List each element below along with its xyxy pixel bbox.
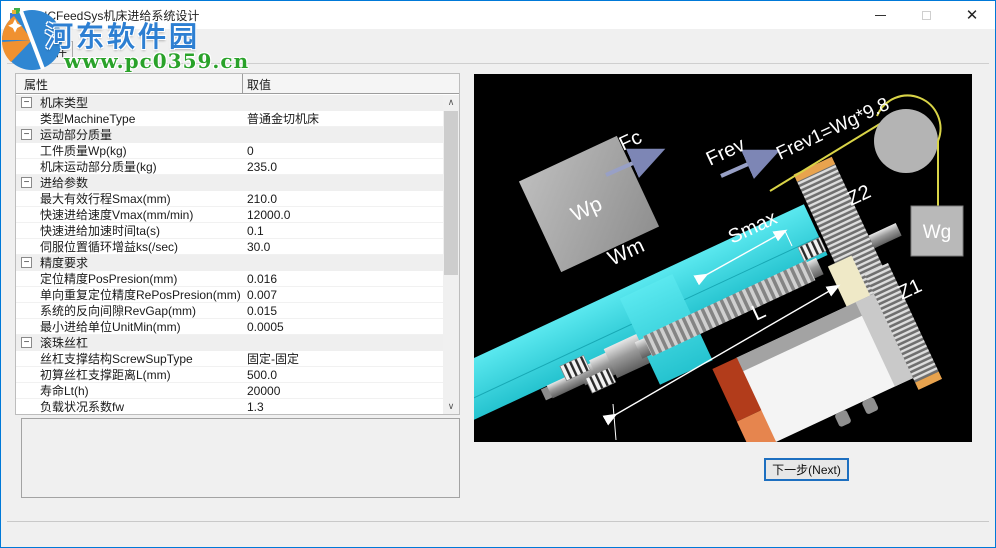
pulley [874, 109, 938, 173]
property-name: 初算丝杠支撑距离L(mm) [40, 368, 171, 382]
table-row[interactable]: 伺服位置循环增益ks(/sec) 30.0 [16, 239, 443, 255]
diagram-panel: Fc Wp Wm Frev Frev1=Wg*9.8 Smax Z2 L Z1 … [450, 74, 972, 454]
table-row[interactable]: 快速进给速度Vmax(mm/min) 12000.0 [16, 207, 443, 223]
table-row[interactable]: 系统的反向间隙RevGap(mm) 0.015 [16, 303, 443, 319]
group-row[interactable]: − 机床类型 [16, 95, 443, 111]
group-label: 运动部分质量 [40, 128, 113, 142]
scroll-down-icon[interactable]: ∨ [443, 399, 459, 414]
collapse-icon[interactable]: − [21, 97, 32, 108]
title-bar: CNCFeedSys机床进给系统设计 ✕ [1, 1, 995, 29]
property-value[interactable]: 普通金切机床 [247, 111, 319, 127]
property-value[interactable]: 12000.0 [247, 207, 290, 223]
table-row[interactable]: 负载状况系数fw 1.3 [16, 399, 443, 414]
tab-design-conditions[interactable]: 设计条件 [13, 41, 73, 63]
property-name: 机床运动部分质量(kg) [40, 160, 157, 174]
table-row[interactable]: 丝杠支撑结构ScrewSupType 固定-固定 [16, 351, 443, 367]
site-url: www.pc0359.cn [64, 49, 250, 73]
property-grid-header: 属性 取值 [16, 74, 459, 94]
property-value[interactable]: 500.0 [247, 367, 277, 383]
table-row[interactable]: 工件质量Wp(kg) 0 [16, 143, 443, 159]
group-label: 滚珠丝杠 [40, 336, 89, 350]
property-value[interactable]: 0.1 [247, 223, 264, 239]
property-value[interactable]: 0.015 [247, 303, 277, 319]
table-row[interactable]: 初算丝杠支撑距离L(mm) 500.0 [16, 367, 443, 383]
group-row[interactable]: − 运动部分质量 [16, 127, 443, 143]
property-value[interactable]: 0.007 [247, 287, 277, 303]
property-value[interactable]: 0 [247, 143, 254, 159]
feed-system-diagram: Fc Wp Wm Frev Frev1=Wg*9.8 Smax Z2 L Z1 … [450, 94, 964, 454]
scrollbar-thumb[interactable] [444, 111, 458, 275]
app-icon [10, 8, 24, 20]
group-label: 精度要求 [40, 256, 89, 270]
scroll-up-icon[interactable]: ∧ [443, 95, 459, 110]
table-row[interactable]: 机床运动部分质量(kg) 235.0 [16, 159, 443, 175]
property-value[interactable]: 30.0 [247, 239, 270, 255]
property-grid: 属性 取值 − 机床类型 类型MachineType 普通金切机床 − 运动部分质量 工件质… [15, 73, 460, 415]
tab-page-border [7, 63, 989, 64]
table-row[interactable]: 类型MachineType 普通金切机床 [16, 111, 443, 127]
collapse-icon[interactable]: − [21, 337, 32, 348]
table-row[interactable]: 最小进给单位UnitMin(mm) 0.0005 [16, 319, 443, 335]
table-row[interactable]: 最大有效行程Smax(mm) 210.0 [16, 191, 443, 207]
property-name: 最大有效行程Smax(mm) [40, 192, 171, 206]
minimize-button[interactable] [857, 1, 903, 29]
property-name: 类型MachineType [40, 112, 136, 126]
group-row[interactable]: − 精度要求 [16, 255, 443, 271]
window-title: CNCFeedSys机床进给系统设计 [30, 8, 200, 23]
property-value[interactable]: 1.3 [247, 399, 264, 414]
table-row[interactable]: 单向重复定位精度RePosPresion(mm) 0.007 [16, 287, 443, 303]
property-rows: − 机床类型 类型MachineType 普通金切机床 − 运动部分质量 工件质量Wp(kg… [16, 95, 443, 414]
label-wg: Wg [923, 222, 952, 243]
close-button[interactable]: ✕ [949, 1, 995, 29]
app-window: CNCFeedSys机床进给系统设计 ✕ 设计条件 属性 取值 − 机床类型 类型M… [0, 0, 996, 548]
property-name: 负载状况系数fw [40, 400, 125, 414]
collapse-icon[interactable]: − [21, 177, 32, 188]
next-button[interactable]: 下一步(Next) [764, 458, 849, 481]
property-name: 单向重复定位精度RePosPresion(mm) [40, 288, 241, 302]
column-header-name: 属性 [24, 78, 49, 92]
property-value[interactable]: 235.0 [247, 159, 277, 175]
property-name: 丝杠支撑结构ScrewSupType [40, 352, 193, 366]
property-value[interactable]: 0.0005 [247, 319, 284, 335]
property-name: 快速进给速度Vmax(mm/min) [40, 208, 194, 222]
property-value[interactable]: 0.016 [247, 271, 277, 287]
group-label: 机床类型 [40, 96, 89, 110]
property-name: 寿命Lt(h) [40, 384, 89, 398]
collapse-icon[interactable]: − [21, 129, 32, 140]
column-header-value: 取值 [247, 78, 272, 92]
property-name: 最小进给单位UnitMin(mm) [40, 320, 181, 334]
tab-control-bottom-border [7, 521, 989, 522]
collapse-icon[interactable]: − [21, 257, 32, 268]
table-row[interactable]: 定位精度PosPresion(mm) 0.016 [16, 271, 443, 287]
group-row[interactable]: − 滚珠丝杠 [16, 335, 443, 351]
property-value[interactable]: 20000 [247, 383, 280, 399]
property-name: 定位精度PosPresion(mm) [40, 272, 178, 286]
vertical-scrollbar[interactable]: ∧ ∨ [443, 95, 459, 414]
property-name: 工件质量Wp(kg) [40, 144, 127, 158]
property-name: 伺服位置循环增益ks(/sec) [40, 240, 179, 254]
table-row[interactable]: 寿命Lt(h) 20000 [16, 383, 443, 399]
label-frev1: Frev1=Wg*9.8 [773, 94, 892, 165]
property-value[interactable]: 210.0 [247, 191, 277, 207]
table-row[interactable]: 快速进给加速时间ta(s) 0.1 [16, 223, 443, 239]
property-value[interactable]: 固定-固定 [247, 351, 299, 367]
column-divider[interactable] [242, 74, 243, 93]
property-name: 系统的反向间隙RevGap(mm) [40, 304, 197, 318]
property-name: 快速进给加速时间ta(s) [40, 224, 161, 238]
maximize-button[interactable] [903, 1, 949, 29]
group-label: 进给参数 [40, 176, 89, 190]
group-row[interactable]: − 进给参数 [16, 175, 443, 191]
message-box [21, 418, 460, 498]
